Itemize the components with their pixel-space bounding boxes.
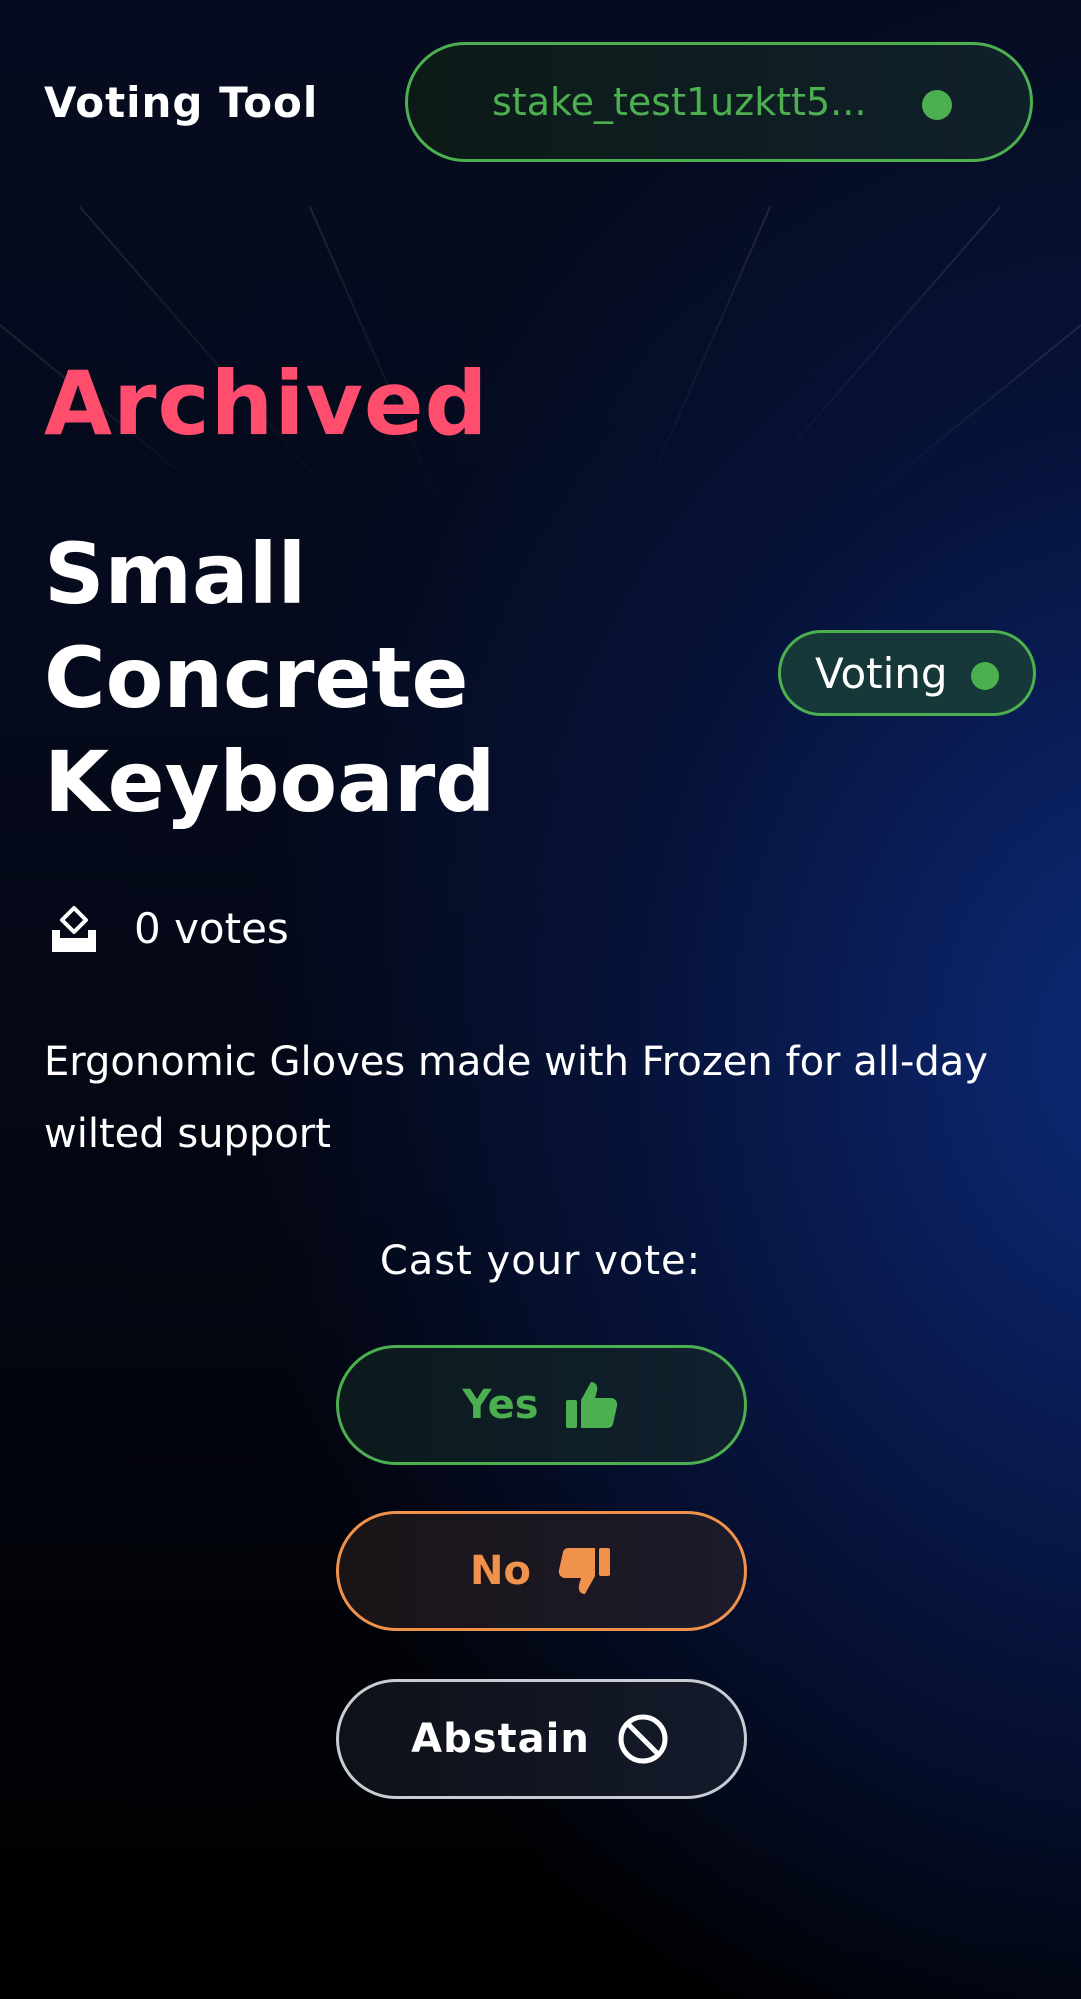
vote-abstain-label: Abstain xyxy=(411,1716,590,1762)
wallet-address: stake_test1uzktt5... xyxy=(492,80,867,124)
vote-count-row: 0 votes xyxy=(44,896,289,960)
proposal-title: Small Concrete Keyboard xyxy=(44,525,496,831)
prohibited-icon xyxy=(618,1714,668,1764)
archived-label: Archived xyxy=(44,352,489,455)
vote-no-label: No xyxy=(470,1548,531,1594)
thumbs-up-icon xyxy=(565,1382,617,1428)
wallet-address-button[interactable]: stake_test1uzktt5... xyxy=(405,42,1033,162)
vote-no-button[interactable]: No xyxy=(336,1511,747,1631)
app-title: Voting Tool xyxy=(44,78,319,127)
vote-yes-button[interactable]: Yes xyxy=(336,1345,747,1465)
cast-vote-prompt: Cast your vote: xyxy=(379,1238,702,1284)
votes-count: 0 votes xyxy=(134,903,289,953)
status-badge: Voting xyxy=(778,630,1036,716)
ballot-box-icon xyxy=(52,906,96,952)
vote-abstain-button[interactable]: Abstain xyxy=(336,1679,747,1799)
thumbs-down-icon xyxy=(558,1548,610,1594)
proposal-description: Ergonomic Gloves made with Frozen for al… xyxy=(44,1039,988,1157)
status-label: Voting xyxy=(815,648,948,698)
status-dot xyxy=(971,662,999,690)
top-bar: Voting Tool stake_test1uzktt5... xyxy=(0,0,1081,205)
vote-yes-label: Yes xyxy=(462,1382,539,1428)
connection-status-dot xyxy=(922,90,952,120)
